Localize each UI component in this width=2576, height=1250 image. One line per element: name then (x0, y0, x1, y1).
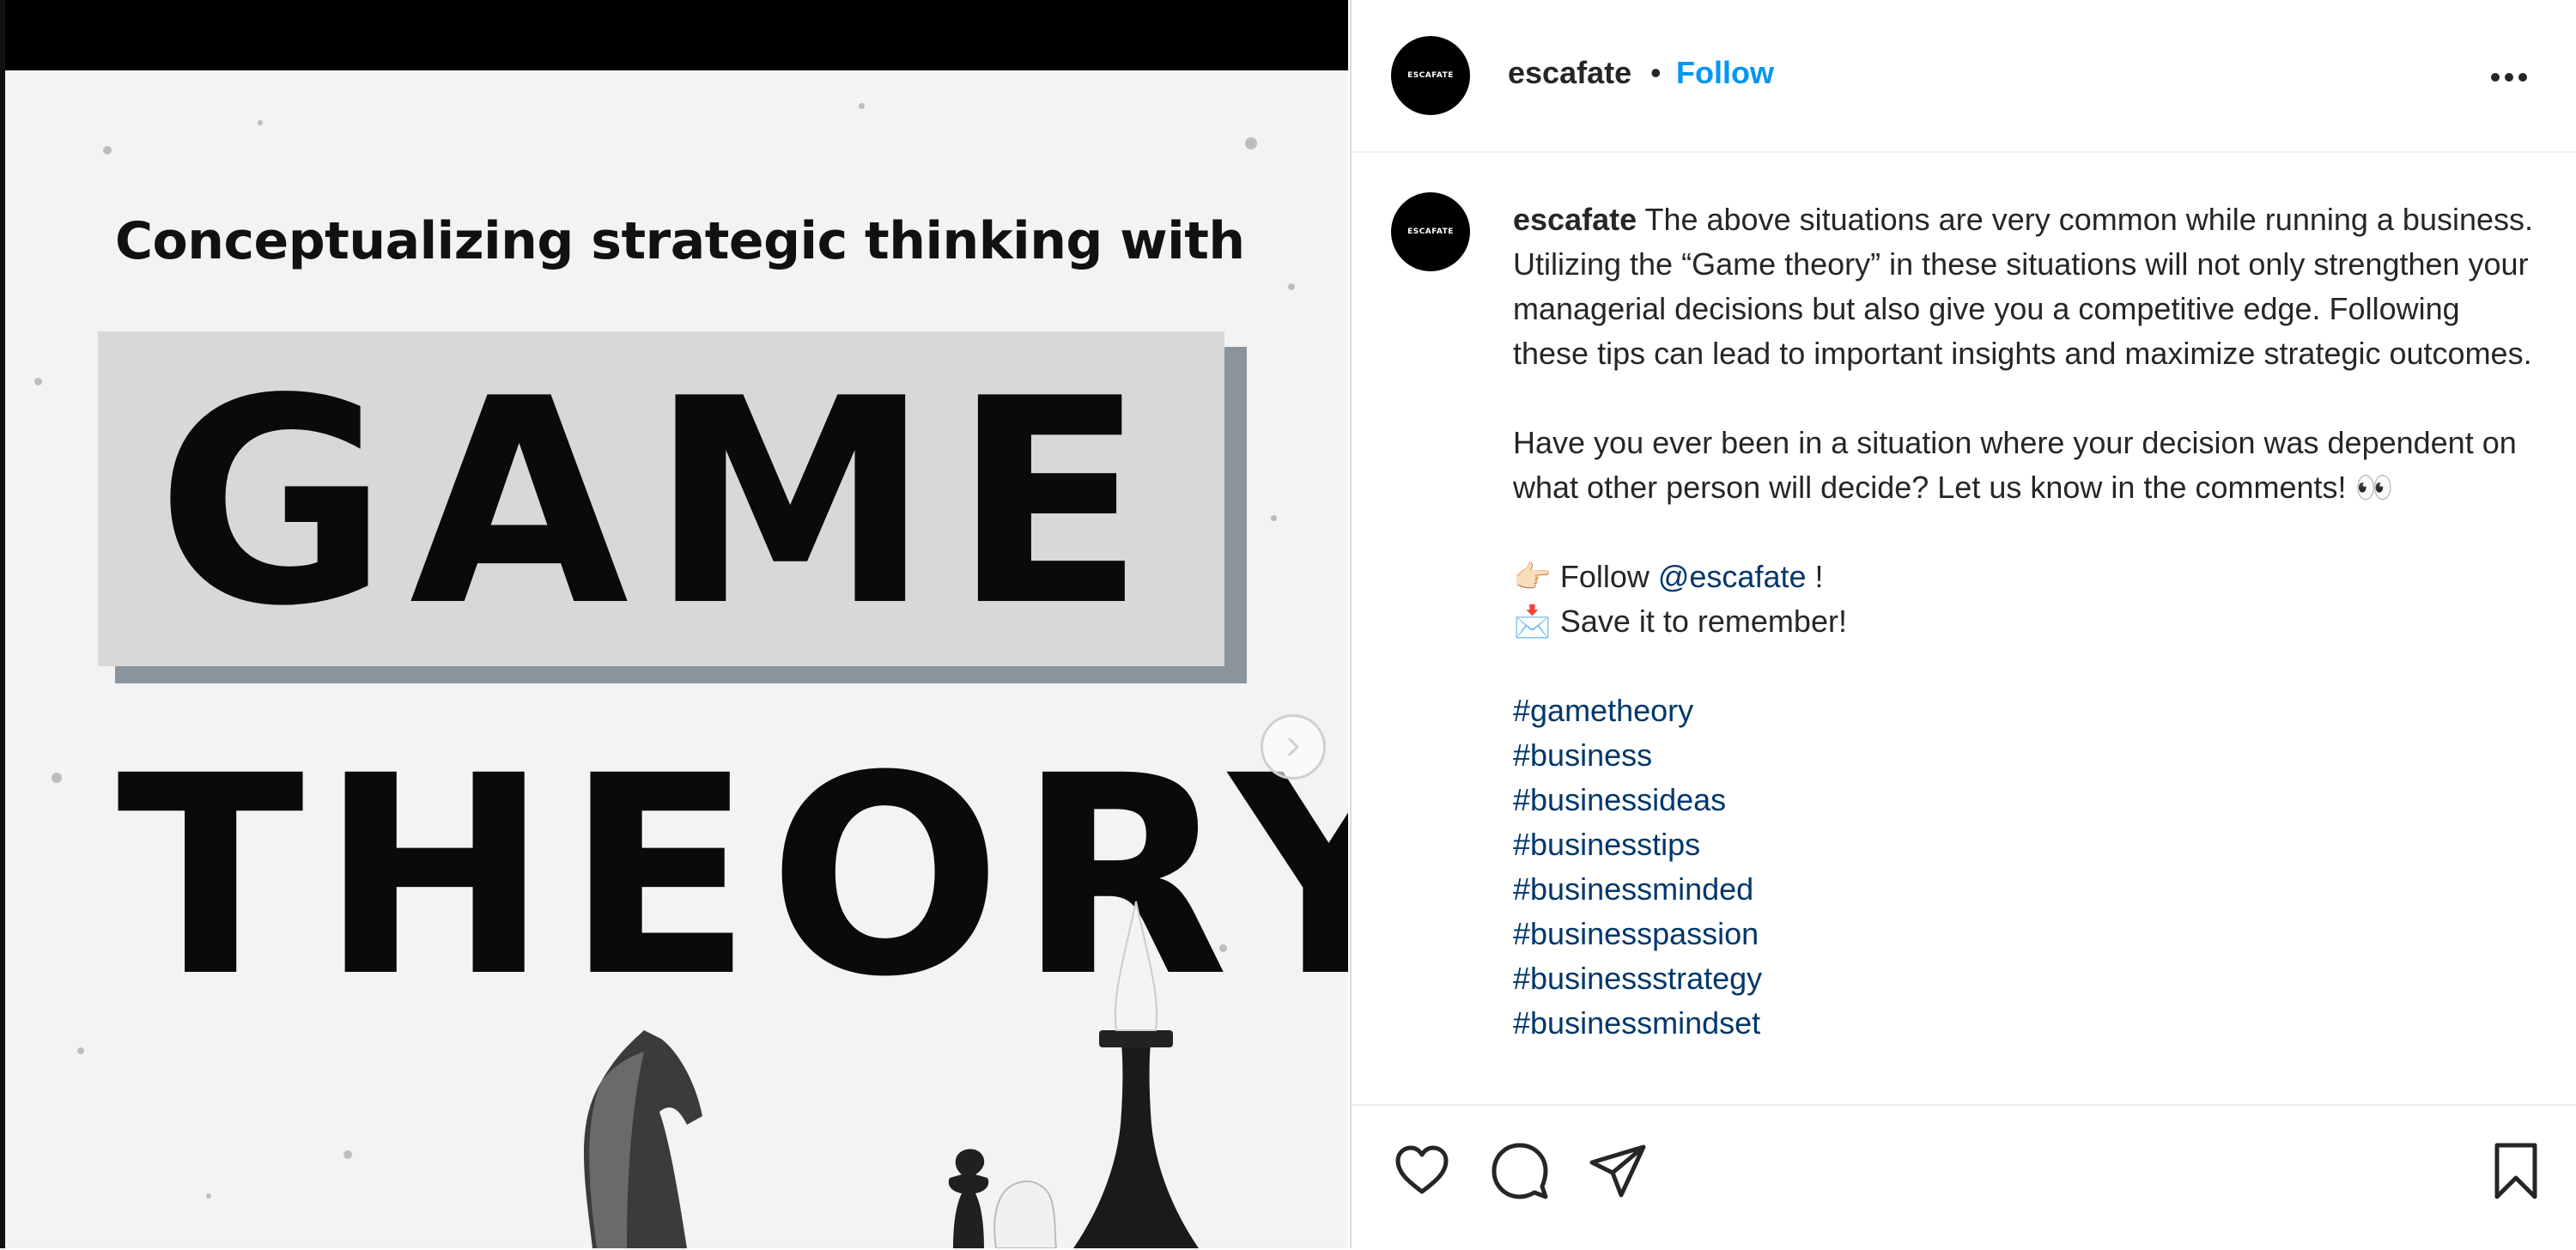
follow-button[interactable]: Follow (1676, 55, 1774, 91)
window-edge (0, 0, 5, 1248)
avatar[interactable]: ESCAFATE (1391, 192, 1470, 271)
follow-cta-suffix: ! (1806, 559, 1824, 594)
hashtag-link[interactable]: #businessideas (1513, 778, 2535, 822)
speckle (1245, 137, 1257, 149)
caption-username-link[interactable]: escafate (1513, 202, 1637, 237)
speckle (1271, 515, 1277, 521)
caption-scroll-area[interactable]: ESCAFATE escafate The above situations a… (1352, 153, 2576, 1102)
avatar-text: ESCAFATE (1407, 228, 1454, 236)
separator-dot: • (1650, 55, 1662, 90)
speckle (258, 120, 263, 125)
image-headline: Conceptualizing strategic thinking with (115, 211, 1245, 271)
caption-question: Have you ever been in a situation where … (1513, 425, 2517, 505)
caption-paragraph: escafate The above situations are very c… (1513, 197, 2535, 376)
avatar[interactable]: ESCAFATE (1391, 36, 1470, 115)
image-title-line1: GAME (155, 338, 1167, 668)
avatar-text: ESCAFATE (1407, 71, 1454, 80)
hashtag-link[interactable]: #businesspassion (1513, 912, 2535, 956)
post-header: ESCAFATE escafate • Follow (1352, 0, 2576, 153)
speckle (206, 1193, 211, 1198)
speckle (34, 378, 42, 385)
more-options-icon[interactable] (2483, 60, 2535, 94)
username-link[interactable]: escafate (1508, 55, 1631, 91)
hashtag-link[interactable]: #gametheory (1513, 689, 2535, 733)
caption-cta: 👉🏻 Follow @escafate ! 📩 Save it to remem… (1513, 555, 2535, 644)
hashtag-link[interactable]: #businessstrategy (1513, 956, 2535, 1001)
caption-body: The above situations are very common whi… (1513, 202, 2534, 371)
hashtag-link[interactable]: #business (1513, 733, 2535, 778)
action-bar (1352, 1104, 2576, 1250)
speckle (343, 1150, 352, 1159)
bookmark-icon[interactable] (2485, 1140, 2547, 1202)
mention-link[interactable]: @escafate (1658, 559, 1807, 594)
chevron-right-icon (1288, 737, 1299, 756)
hashtag-list: #gametheory #business #businessideas #bu… (1513, 689, 2535, 1046)
chess-pieces-illustration (584, 901, 1199, 1248)
paper-plane-icon[interactable] (1587, 1140, 1649, 1202)
speckle (859, 103, 865, 109)
comment-icon[interactable] (1489, 1140, 1551, 1202)
save-cta: 📩 Save it to remember! (1513, 604, 1847, 639)
post-details-panel: ESCAFATE escafate • Follow ESCAFATE esca… (1350, 0, 2576, 1248)
image-top-bar (0, 0, 1348, 70)
speckle (1288, 283, 1295, 290)
hashtag-link[interactable]: #businessmindset (1513, 1001, 2535, 1046)
title-box: GAME (98, 331, 1224, 666)
heart-icon[interactable] (1391, 1140, 1453, 1202)
speckle (52, 773, 62, 783)
caption: escafate The above situations are very c… (1513, 197, 2535, 1046)
speckle (77, 1047, 84, 1054)
follow-cta-prefix: 👉🏻 Follow (1513, 559, 1658, 594)
hashtag-link[interactable]: #businessminded (1513, 867, 2535, 912)
speckle (103, 146, 112, 155)
hashtag-link[interactable]: #businesstips (1513, 822, 2535, 867)
next-image-button[interactable] (1261, 714, 1326, 780)
post-image: Conceptualizing strategic thinking with … (0, 0, 1348, 1248)
